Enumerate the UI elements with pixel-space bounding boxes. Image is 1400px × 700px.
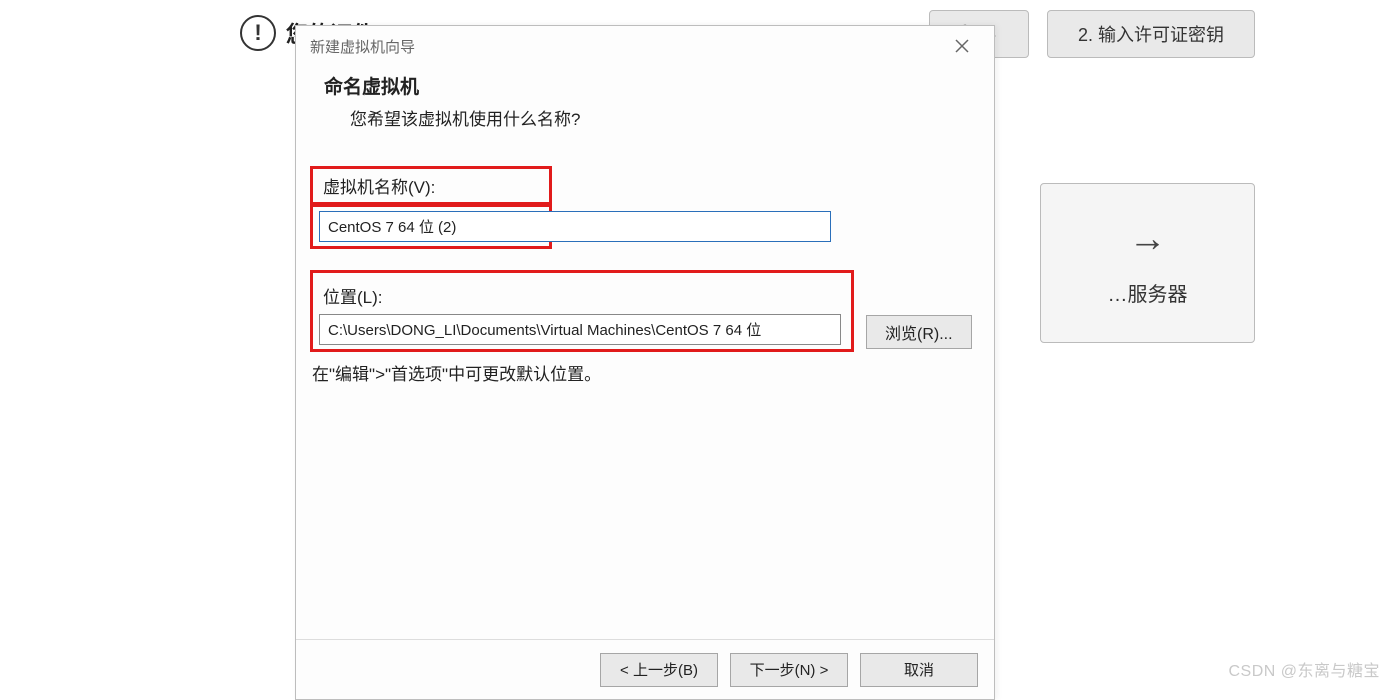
new-vm-wizard-dialog: 新建虚拟机向导 命名虚拟机 您希望该虚拟机使用什么名称? 虚拟机名称(V): 位… — [295, 25, 995, 700]
location-hint: 在"编辑">"首选项"中可更改默认位置。 — [310, 352, 980, 393]
vm-name-label: 虚拟机名称(V): — [319, 172, 439, 203]
bg-btn-license2[interactable]: 2. 输入许可证密钥 — [1047, 10, 1255, 58]
vm-name-input-highlight — [310, 204, 552, 249]
vm-location-input[interactable] — [319, 314, 841, 345]
close-icon[interactable] — [942, 31, 982, 61]
cancel-button[interactable]: 取消 — [860, 653, 978, 687]
dialog-footer: < 上一步(B) 下一步(N) > 取消 — [296, 639, 994, 699]
dialog-subheading: 您希望该虚拟机使用什么名称? — [324, 105, 966, 130]
dialog-titlebar[interactable]: 新建虚拟机向导 — [296, 26, 994, 66]
bg-action-card[interactable]: → …服务器 — [1040, 183, 1255, 343]
alert-icon: ! — [240, 15, 276, 51]
watermark: CSDN @东离与糖宝 — [1228, 657, 1380, 681]
dialog-title: 新建虚拟机向导 — [310, 36, 415, 57]
dialog-heading: 命名虚拟机 — [324, 72, 966, 99]
back-button[interactable]: < 上一步(B) — [600, 653, 718, 687]
vm-location-label: 位置(L): — [319, 277, 845, 314]
bg-action-label: …服务器 — [1108, 278, 1188, 307]
next-button[interactable]: 下一步(N) > — [730, 653, 848, 687]
vm-name-input[interactable] — [319, 211, 831, 242]
vm-name-label-highlight: 虚拟机名称(V): — [310, 166, 552, 205]
browse-button[interactable]: 浏览(R)... — [866, 315, 972, 349]
arrow-right-icon: → — [1129, 220, 1167, 258]
vm-location-highlight: 位置(L): — [310, 270, 854, 352]
